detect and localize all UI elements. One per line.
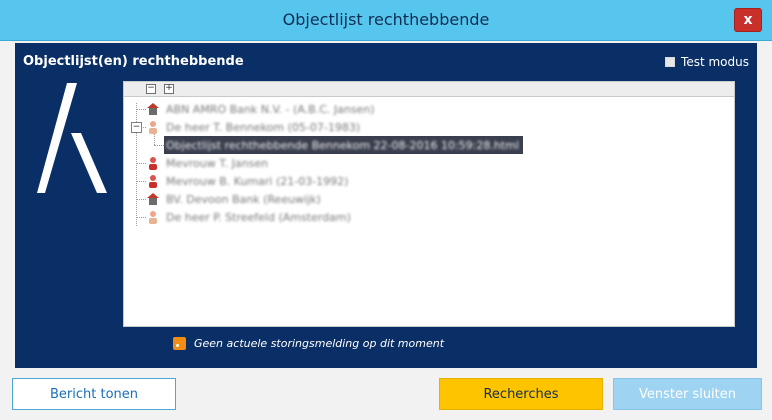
close-icon: x	[743, 12, 753, 28]
status-message: Geen actuele storingsmelding op dit mome…	[194, 337, 445, 350]
window-title: Objectlijst rechthebbende	[282, 10, 490, 29]
status-line: Geen actuele storingsmelding op dit mome…	[173, 337, 444, 350]
person-female-icon	[149, 175, 157, 188]
title-bar: Objectlijst rechthebbende x	[0, 0, 772, 41]
rss-icon[interactable]	[173, 337, 186, 350]
bank-icon	[147, 103, 159, 115]
tree-item[interactable]: De heer T. Bennekom (05-07-1983)	[146, 118, 360, 136]
tree-connector	[136, 199, 146, 200]
person-icon	[149, 121, 157, 134]
test-mode-checkbox[interactable]	[665, 57, 676, 67]
tree-item[interactable]: Mevrouw B. Kumari (21-03-1992)	[146, 172, 348, 190]
tree-connector	[154, 145, 164, 146]
close-button[interactable]: x	[734, 8, 762, 32]
collapse-all-button[interactable]: −	[146, 84, 156, 94]
tree-toolbar: − +	[124, 82, 734, 97]
expand-all-button[interactable]: +	[164, 84, 174, 94]
test-mode-toggle[interactable]: Test modus	[665, 55, 749, 69]
person-icon	[149, 211, 157, 224]
tree-connector	[136, 217, 146, 218]
tree-connector	[136, 181, 146, 182]
person-female-icon	[149, 157, 157, 170]
tree-item[interactable]: Mevrouw T. Jansen	[146, 154, 268, 172]
panel-header: Objectlijst(en) rechthebbende	[23, 54, 244, 69]
tree-item[interactable]: ABN AMRO Bank N.V. - (A.B.C. Jansen)	[146, 100, 375, 118]
close-window-button[interactable]: Venster sluiten	[613, 378, 762, 410]
tree-item[interactable]: De heer P. Streefeld (Amsterdam)	[146, 208, 351, 226]
main-panel: Objectlijst(en) rechthebbende Test modus…	[15, 43, 757, 368]
object-tree: − + − ABN AMRO Bank N.V. - (A.B.C. Janse…	[123, 81, 735, 327]
test-mode-label: Test modus	[681, 55, 749, 69]
tree-item[interactable]: BV. Devoon Bank (Reeuwijk)	[146, 190, 321, 208]
tree-connector	[136, 163, 146, 164]
recherches-button[interactable]: Recherches	[439, 378, 603, 410]
tree-expander[interactable]: −	[131, 122, 142, 133]
bank-icon	[147, 193, 159, 205]
show-message-button[interactable]: Bericht tonen	[12, 378, 176, 410]
brand-logo	[37, 83, 107, 193]
tree-item-selected[interactable]: Objectlijst rechthebbende Bennekom 22-08…	[164, 136, 523, 154]
tree-connector	[136, 109, 146, 110]
